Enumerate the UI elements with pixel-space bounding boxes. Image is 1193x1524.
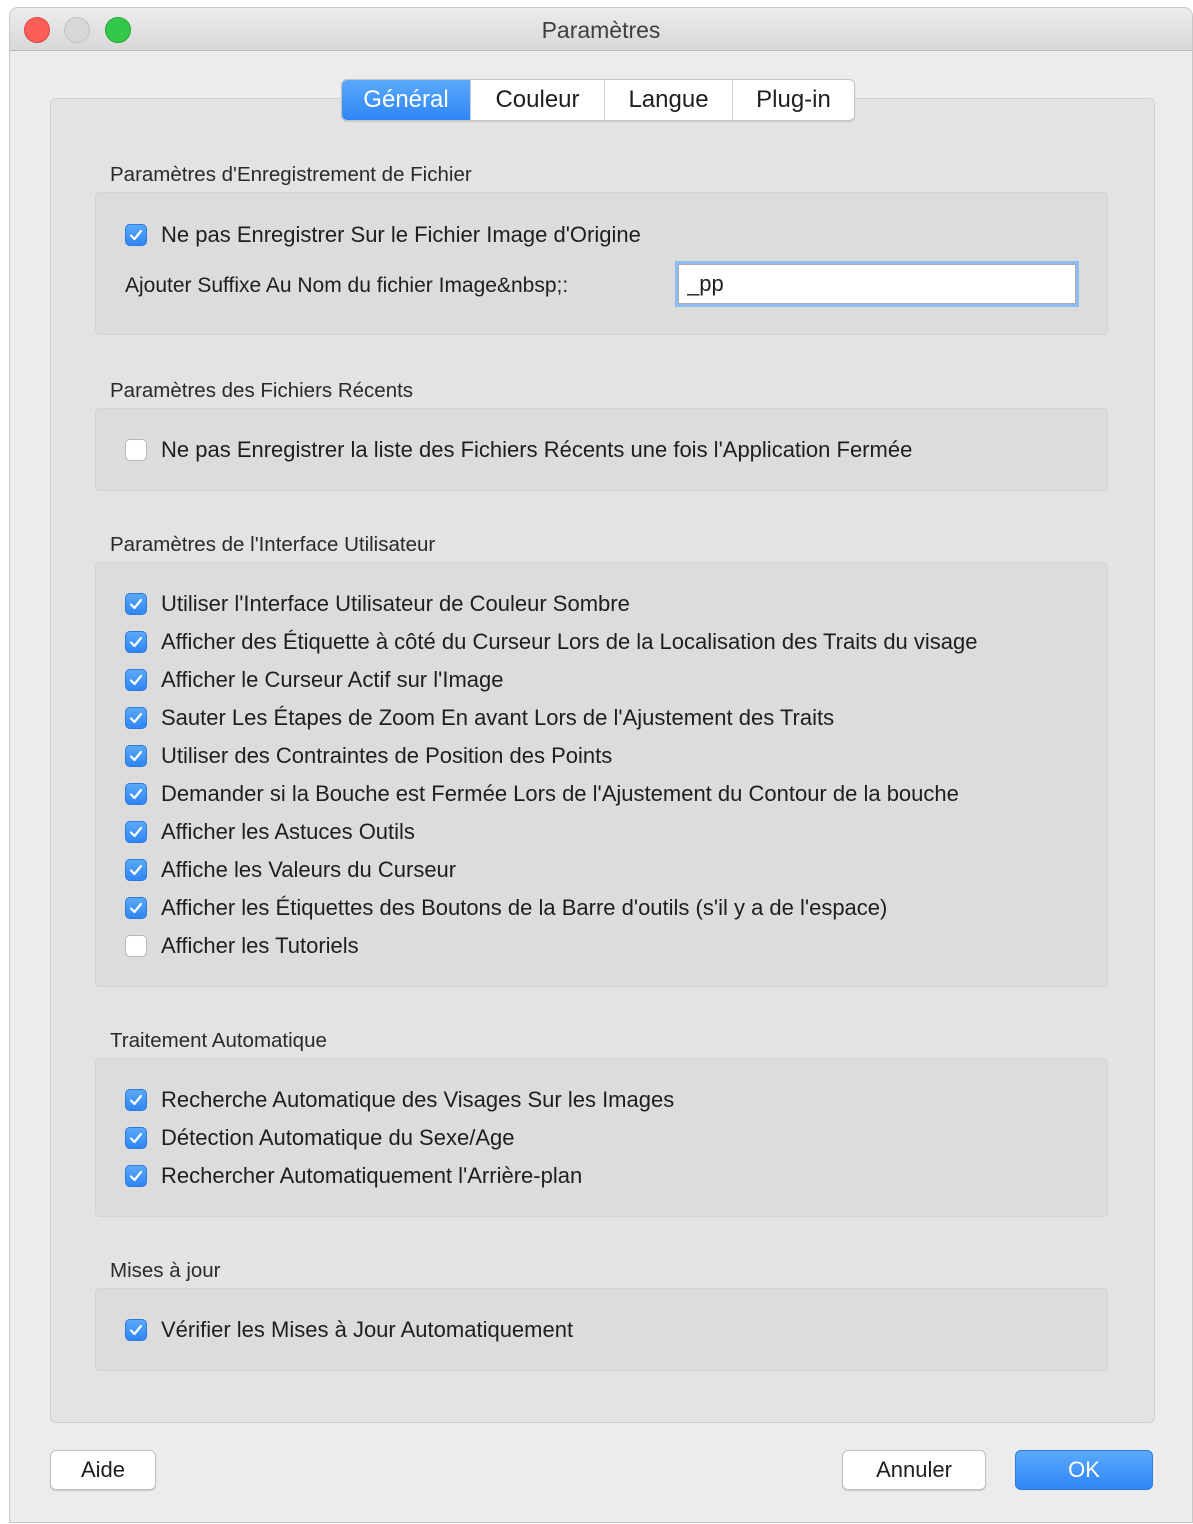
checkbox-checked[interactable] — [125, 821, 147, 843]
checkmark-icon — [129, 712, 143, 724]
suffix-label: Ajouter Suffixe Au Nom du fichier Image&… — [125, 274, 569, 297]
checkmark-icon — [129, 1132, 143, 1144]
suffix-input[interactable] — [678, 264, 1076, 304]
tab-general[interactable]: Général — [342, 80, 470, 120]
checkbox-checked[interactable] — [125, 783, 147, 805]
section-title-updates: Mises à jour — [110, 1259, 221, 1282]
preferences-window: Paramètres Général Couleur Langue Plug-i… — [10, 8, 1192, 1522]
section-title-ui: Paramètres de l'Interface Utilisateur — [110, 533, 436, 556]
checkmark-icon — [129, 864, 143, 876]
ui-option[interactable]: Sauter Les Étapes de Zoom En avant Lors … — [125, 703, 834, 733]
ui-option[interactable]: Afficher le Curseur Actif sur l'Image — [125, 665, 503, 695]
checkmark-icon — [129, 1094, 143, 1106]
checkbox-unchecked[interactable] — [125, 935, 147, 957]
checkbox-checked[interactable] — [125, 745, 147, 767]
tab-color[interactable]: Couleur — [470, 80, 604, 120]
ui-option-label: Afficher des Étiquette à côté du Curseur… — [161, 629, 978, 654]
ui-option[interactable]: Utiliser des Contraintes de Position des… — [125, 741, 612, 771]
tab-plugin[interactable]: Plug-in — [732, 80, 854, 120]
ui-option-label: Afficher le Curseur Actif sur l'Image — [161, 667, 504, 692]
section-title-file-saving: Paramètres d'Enregistrement de Fichier — [110, 163, 472, 186]
checkmark-icon — [129, 636, 143, 648]
ui-option[interactable]: Afficher des Étiquette à côté du Curseur… — [125, 627, 978, 657]
ui-option-label: Demander si la Bouche est Fermée Lors de… — [161, 781, 959, 806]
checkmark-icon — [129, 826, 143, 838]
updates-option-label: Vérifier les Mises à Jour Automatiquemen… — [161, 1317, 574, 1342]
ui-option-label: Utiliser l'Interface Utilisateur de Coul… — [161, 591, 630, 616]
window-title: Paramètres — [541, 17, 661, 43]
title-bar[interactable]: Paramètres — [10, 8, 1192, 51]
auto-option-label: Détection Automatique du Sexe/Age — [161, 1125, 515, 1150]
dont-save-recent-option[interactable]: Ne pas Enregistrer la liste des Fichiers… — [125, 435, 912, 465]
checkmark-icon — [129, 750, 143, 762]
dont-overwrite-option[interactable]: Ne pas Enregistrer Sur le Fichier Image … — [125, 220, 641, 250]
ui-option[interactable]: Afficher les Astuces Outils — [125, 817, 415, 847]
checkmark-icon — [129, 674, 143, 686]
checkbox-checked[interactable] — [125, 593, 147, 615]
checkbox-checked[interactable] — [125, 631, 147, 653]
recent-files-group: Ne pas Enregistrer la liste des Fichiers… — [95, 408, 1108, 491]
checkbox-checked[interactable] — [125, 224, 147, 246]
checkmark-icon — [129, 1324, 143, 1336]
checkbox-checked[interactable] — [125, 669, 147, 691]
checkbox-checked[interactable] — [125, 859, 147, 881]
cancel-button[interactable]: Annuler — [842, 1450, 986, 1490]
help-button[interactable]: Aide — [50, 1450, 156, 1490]
ui-option[interactable]: Affiche les Valeurs du Curseur — [125, 855, 456, 885]
ok-button[interactable]: OK — [1015, 1450, 1153, 1490]
checkbox-checked[interactable] — [125, 1319, 147, 1341]
dont-save-recent-label: Ne pas Enregistrer la liste des Fichiers… — [161, 437, 913, 462]
checkmark-icon — [129, 229, 143, 241]
section-title-auto-processing: Traitement Automatique — [110, 1029, 327, 1052]
auto-option[interactable]: Recherche Automatique des Visages Sur le… — [125, 1085, 674, 1115]
checkbox-unchecked[interactable] — [125, 439, 147, 461]
checkmark-icon — [129, 598, 143, 610]
checkmark-icon — [129, 902, 143, 914]
updates-option[interactable]: Vérifier les Mises à Jour Automatiquemen… — [125, 1315, 573, 1345]
ui-option-label: Afficher les Astuces Outils — [161, 819, 415, 844]
ui-settings-group: Utiliser l'Interface Utilisateur de Coul… — [95, 562, 1108, 987]
checkbox-checked[interactable] — [125, 1089, 147, 1111]
dont-overwrite-label: Ne pas Enregistrer Sur le Fichier Image … — [161, 222, 641, 247]
ui-option-label: Utiliser des Contraintes de Position des… — [161, 743, 613, 768]
section-title-recent-files: Paramètres des Fichiers Récents — [110, 379, 414, 402]
auto-processing-group: Recherche Automatique des Visages Sur le… — [95, 1058, 1108, 1217]
checkmark-icon — [129, 1170, 143, 1182]
checkbox-checked[interactable] — [125, 707, 147, 729]
checkmark-icon — [129, 788, 143, 800]
ui-option-label: Sauter Les Étapes de Zoom En avant Lors … — [161, 705, 835, 730]
tab-bar: Général Couleur Langue Plug-in — [341, 79, 855, 121]
ui-option-label: Affiche les Valeurs du Curseur — [161, 857, 457, 882]
ui-option[interactable]: Afficher les Tutoriels — [125, 931, 359, 961]
tab-language[interactable]: Langue — [604, 80, 732, 120]
auto-option[interactable]: Rechercher Automatiquement l'Arrière-pla… — [125, 1161, 582, 1191]
auto-option[interactable]: Détection Automatique du Sexe/Age — [125, 1123, 514, 1153]
ui-option[interactable]: Afficher les Étiquettes des Boutons de l… — [125, 893, 887, 923]
updates-group: Vérifier les Mises à Jour Automatiquemen… — [95, 1288, 1108, 1371]
auto-option-label: Recherche Automatique des Visages Sur le… — [161, 1087, 675, 1112]
ui-option-label: Afficher les Tutoriels — [161, 933, 359, 958]
auto-option-label: Rechercher Automatiquement l'Arrière-pla… — [161, 1163, 583, 1188]
checkbox-checked[interactable] — [125, 1165, 147, 1187]
file-saving-group: Ne pas Enregistrer Sur le Fichier Image … — [95, 192, 1108, 335]
checkbox-checked[interactable] — [125, 897, 147, 919]
ui-option[interactable]: Utiliser l'Interface Utilisateur de Coul… — [125, 589, 630, 619]
checkbox-checked[interactable] — [125, 1127, 147, 1149]
ui-option[interactable]: Demander si la Bouche est Fermée Lors de… — [125, 779, 959, 809]
ui-option-label: Afficher les Étiquettes des Boutons de l… — [161, 895, 888, 920]
